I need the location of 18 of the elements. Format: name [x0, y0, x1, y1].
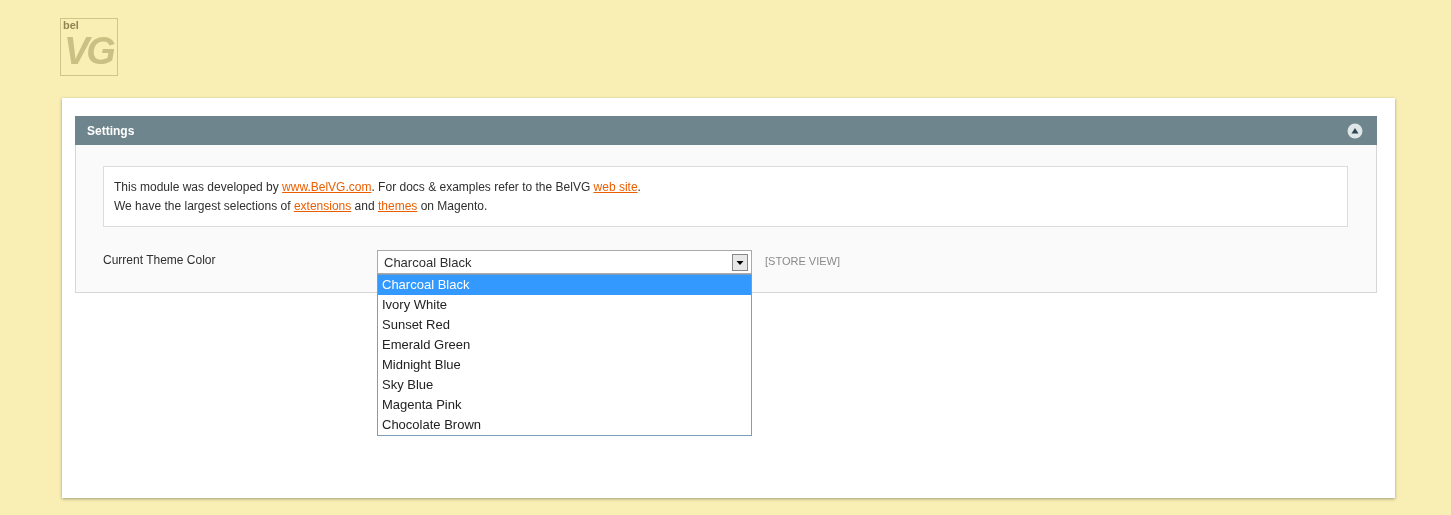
collapse-icon[interactable]	[1347, 122, 1363, 139]
notice-text: This module was developed by www.BelVG.com. For docs & examples refer to the BelVG web site.	[114, 179, 642, 196]
dropdown-option[interactable]: Midnight Blue	[378, 355, 751, 375]
link[interactable]: extensions	[293, 199, 352, 213]
dropdown-option[interactable]: Magenta Pink	[378, 395, 751, 415]
section-title: Settings	[87, 123, 135, 138]
notice-text: We have the largest selections of extensions and themes on Magento.	[114, 198, 489, 215]
scope-label: [STORE VIEW]	[765, 254, 840, 269]
dropdown-option[interactable]: Ivory White	[378, 295, 751, 315]
dropdown-option[interactable]: Emerald Green	[378, 335, 751, 355]
field-label: Current Theme Color	[103, 252, 217, 269]
dropdown-option[interactable]: Sunset Red	[378, 315, 751, 335]
dropdown-option[interactable]: Sky Blue	[378, 375, 751, 395]
theme-color-select[interactable]: Charcoal Black	[377, 250, 752, 274]
dropdown-option[interactable]: Chocolate Brown	[378, 415, 751, 435]
link[interactable]: themes	[377, 199, 418, 213]
link[interactable]: web site	[593, 180, 638, 194]
section-header[interactable]: Settings	[75, 116, 1377, 145]
